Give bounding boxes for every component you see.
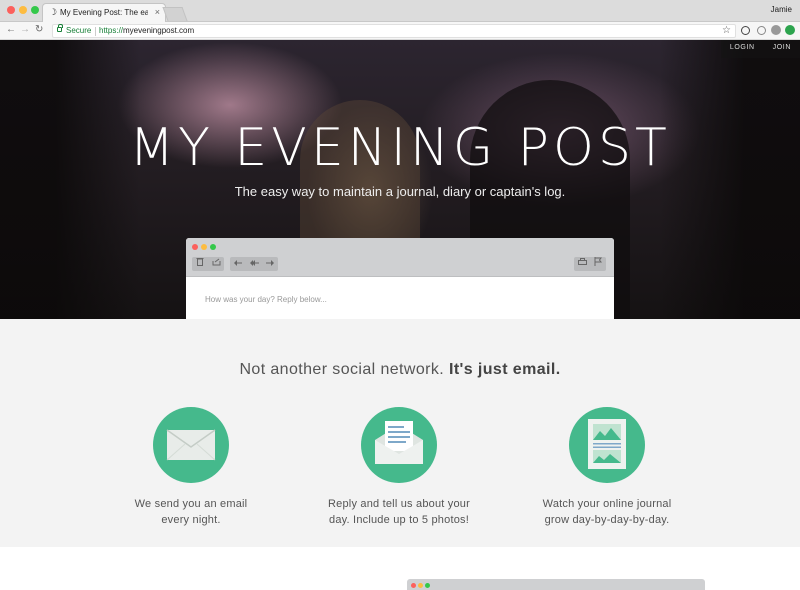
extension-icon[interactable] (771, 25, 781, 35)
bottom-preview-window (407, 579, 705, 590)
email-close-dot (192, 244, 198, 250)
back-icon[interactable]: ← (6, 24, 16, 36)
address-bar[interactable]: Secure https://myeveningpost.com ☆ (52, 24, 736, 38)
journal-page-icon (569, 407, 645, 483)
email-preview-window: How was your day? Reply below... (186, 238, 614, 319)
email-reply-prompt: How was your day? Reply below... (205, 295, 327, 304)
email-reply-group (230, 257, 278, 271)
tagline-normal: Not another social network. (239, 361, 445, 378)
bottom-zoom-dot (425, 583, 430, 588)
moon-favicon-icon: ☽ (49, 7, 58, 17)
tab-title: My Evening Post: The easy wa (60, 8, 148, 17)
open-letter-icon (361, 407, 437, 483)
window-close-button[interactable] (7, 6, 15, 14)
tagline-bold: It's just email. (448, 361, 561, 378)
browser-toolbar: ← → ↻ Secure https://myeveningpost.com ☆ (0, 22, 800, 40)
url-scheme: https:// (99, 26, 124, 35)
address-separator (95, 27, 96, 36)
login-link[interactable]: LOGIN (721, 40, 764, 58)
extension-green-icon[interactable] (785, 25, 795, 35)
feature-reply: Reply and tell us about your day. Includ… (299, 407, 499, 528)
browser-tab[interactable]: ☽ My Evening Post: The easy wa × (42, 3, 166, 22)
reload-icon[interactable]: ↻ (35, 24, 43, 36)
forward-icon[interactable]: → (20, 24, 30, 36)
hero-nav: LOGIN JOIN (720, 40, 800, 58)
trash-icon[interactable] (192, 257, 208, 271)
feature-line-2: grow day-by-day-by-day. (544, 514, 670, 526)
info-extension-icon[interactable] (741, 26, 750, 35)
window-zoom-button[interactable] (31, 6, 39, 14)
url-host: myeveningpost.com (123, 26, 195, 35)
secure-label: Secure (66, 26, 92, 35)
lock-icon (57, 24, 63, 32)
email-misc-group (574, 257, 606, 271)
bookmark-star-icon[interactable]: ☆ (722, 25, 731, 36)
tab-close-icon[interactable]: × (155, 7, 160, 17)
flag-icon[interactable] (590, 257, 606, 271)
print-icon[interactable] (574, 257, 590, 271)
feature-text: We send you an email every night. (91, 496, 291, 528)
envelope-icon (153, 407, 229, 483)
hero-section: LOGIN JOIN MY EVENING POST The easy way … (0, 40, 800, 319)
bottom-minimize-dot (418, 583, 423, 588)
url-text[interactable]: https://myeveningpost.com (99, 26, 194, 36)
features-section: Not another social network. It's just em… (0, 319, 800, 547)
profile-name[interactable]: Jamie (771, 5, 792, 14)
features-tagline: Not another social network. It's just em… (0, 360, 800, 380)
join-link[interactable]: JOIN (764, 40, 800, 58)
move-icon[interactable] (208, 257, 224, 271)
feature-email: We send you an email every night. (91, 407, 291, 528)
feature-line-1: Reply and tell us about your (328, 498, 470, 510)
feature-text: Reply and tell us about your day. Includ… (299, 496, 499, 528)
email-minimize-dot (201, 244, 207, 250)
new-tab-button[interactable] (162, 7, 188, 21)
email-zoom-dot (210, 244, 216, 250)
feature-line-1: Watch your online journal (542, 498, 672, 510)
reply-all-icon[interactable] (246, 257, 262, 271)
email-actions-group (192, 257, 224, 271)
forward-icon[interactable] (262, 257, 278, 271)
window-minimize-button[interactable] (19, 6, 27, 14)
hero-foliage-right (660, 40, 800, 319)
feature-line-1: We send you an email (134, 498, 248, 510)
hero-subtitle: The easy way to maintain a journal, diar… (234, 184, 566, 199)
feature-line-2: every night. (161, 514, 221, 526)
browser-tab-bar: ☽ My Evening Post: The easy wa × Jamie (0, 0, 800, 22)
feature-text: Watch your online journal grow day-by-da… (507, 496, 707, 528)
bottom-close-dot (411, 583, 416, 588)
feature-line-2: day. Include up to 5 photos! (329, 514, 469, 526)
feature-journal: Watch your online journal grow day-by-da… (507, 407, 707, 528)
email-toolbar (186, 238, 614, 277)
hero-title: MY EVENING POST (129, 118, 671, 178)
hero-foliage-left (0, 40, 140, 319)
reply-icon[interactable] (230, 257, 246, 271)
extension-icon[interactable] (757, 26, 766, 35)
